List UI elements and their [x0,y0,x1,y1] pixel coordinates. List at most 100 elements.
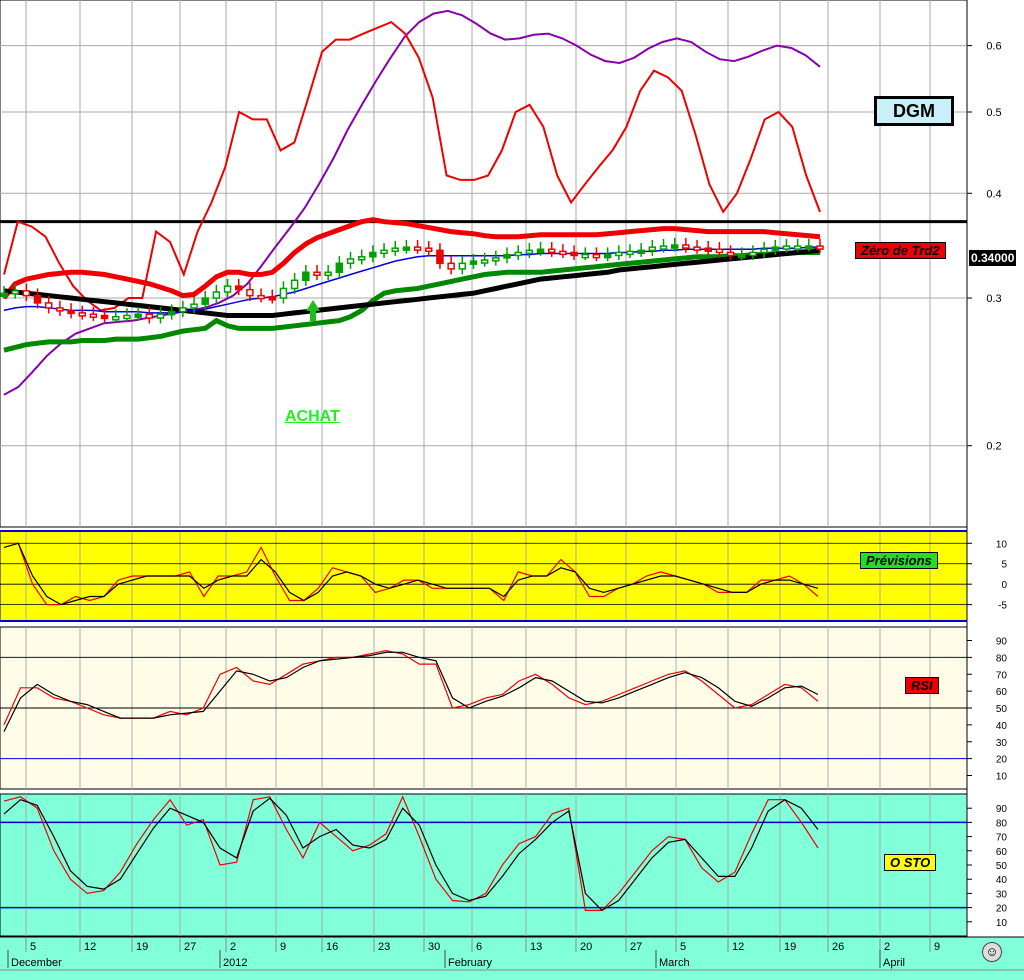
price-axis [967,0,1024,940]
candle-body-70 [782,245,791,250]
candle-body-19 [212,291,221,299]
xtick-label-17: 2 [884,941,890,953]
candle-body-7 [78,312,86,317]
candle-body-0 [0,292,8,297]
month-label-1: 2012 [223,957,247,969]
xtick-label-14: 12 [732,941,744,953]
ytick-label-3-2: 70 [996,833,1008,844]
xtick-label-4: 2 [230,941,236,953]
candle-body-26 [290,279,299,290]
candle-body-33 [369,251,377,258]
candle-body-63 [704,247,712,252]
ytick-label-3-4: 50 [996,861,1008,872]
candle-body-11 [123,314,131,320]
ytick-label-1-2: 0 [1001,580,1007,591]
ytick-label-2-3: 60 [996,687,1008,698]
candle-body-67 [749,251,757,257]
candle-body-68 [760,248,768,254]
ytick-label-1-0: 10 [996,539,1008,550]
month-label-0: December [11,957,62,969]
candle-body-50 [559,250,567,256]
candle-body-61 [682,244,690,249]
candle-body-1 [11,290,19,295]
candle-body-56 [626,250,634,256]
candle-body-29 [324,271,332,277]
ytick-label-main-2: 0.4 [986,188,1001,200]
xtick-label-0: 5 [30,941,36,953]
ytick-label-2-5: 40 [996,721,1008,732]
ytick-label-3-7: 20 [996,904,1008,915]
candle-body-31 [346,258,355,265]
candle-body-22 [246,288,254,297]
candle-body-72 [805,245,813,250]
ytick-label-2-4: 50 [996,704,1008,715]
candle-body-66 [738,253,746,259]
chart-canvas: 0.60.50.40.30.21050-59080706050403020109… [0,0,1024,980]
ytick-label-2-1: 80 [996,653,1008,664]
candle-body-23 [257,294,265,300]
ytick-label-main-3: 0.3 [986,293,1001,305]
candle-body-54 [603,253,612,259]
ytick-label-2-6: 30 [996,738,1008,749]
xtick-label-7: 23 [378,941,390,953]
candle-body-4 [44,302,53,309]
candle-body-16 [179,307,187,313]
ytick-label-main-0: 0.6 [986,41,1001,53]
xtick-label-1: 12 [84,941,96,953]
candle-body-46 [514,251,522,257]
xtick-label-15: 19 [784,941,796,953]
xtick-label-5: 9 [280,941,286,953]
candle-body-37 [413,246,422,251]
xtick-label-18: 9 [934,941,940,953]
candle-body-17 [190,303,198,309]
candle-body-25 [279,287,288,299]
candle-body-32 [357,256,366,261]
candle-body-58 [648,246,657,252]
xtick-label-9: 6 [476,941,482,953]
month-label-2: February [448,957,493,969]
panel-3 [0,793,968,937]
candle-body-21 [234,285,243,291]
xtick-label-10: 13 [530,941,542,953]
xtick-label-6: 16 [326,941,338,953]
candle-body-41 [458,262,467,270]
xtick-label-2: 19 [136,941,148,953]
candle-body-34 [380,249,388,255]
candle-body-40 [447,262,455,270]
candle-body-38 [425,247,433,252]
candle-body-30 [335,262,344,274]
ytick-label-1-1: 5 [1001,560,1007,571]
candle-body-20 [223,285,232,293]
ytick-label-2-2: 70 [996,670,1008,681]
ytick-label-main-1: 0.5 [986,107,1001,119]
ytick-label-3-5: 40 [996,875,1008,886]
candle-body-59 [659,245,668,250]
candle-body-10 [112,315,120,321]
ytick-label-3-1: 80 [996,818,1008,829]
ytick-label-1-3: -5 [998,601,1007,612]
xtick-label-3: 27 [184,941,196,953]
candle-body-47 [525,249,534,255]
xtick-label-13: 5 [680,941,686,953]
ytick-label-2-8: 10 [996,772,1008,783]
candle-body-69 [771,246,780,251]
candle-body-14 [156,313,165,319]
xtick-label-11: 20 [580,941,592,953]
candle-body-64 [715,248,724,254]
candle-body-48 [536,248,545,254]
osto-label: O STO [884,854,937,871]
ytick-label-2-0: 90 [996,637,1008,648]
candle-body-24 [268,296,277,301]
candle-body-52 [581,253,590,259]
ytick-label-3-0: 90 [996,804,1008,815]
previsions-label: Prévisions [860,552,938,569]
candle-body-36 [402,246,411,251]
candle-body-51 [570,251,578,257]
xtick-label-16: 26 [832,941,844,953]
candle-body-71 [793,245,802,250]
candle-body-44 [492,257,500,262]
smiley-icon[interactable]: ☺ [982,942,1002,962]
candle-body-12 [134,313,142,318]
ytick-label-2-7: 20 [996,755,1008,766]
candle-body-18 [201,297,209,305]
